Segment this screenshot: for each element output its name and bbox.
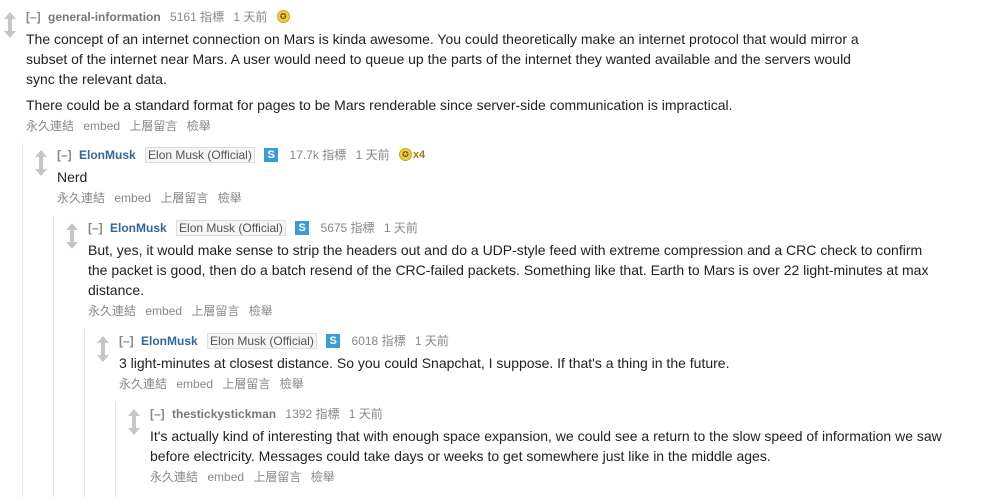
comment-actions: 永久連結 embed 上層留言 檢舉 (88, 303, 942, 319)
comment-score: 5675 指標 (320, 220, 375, 235)
comment-body: It's actually kind of interesting that w… (150, 426, 979, 466)
comment-score: 17.7k 指標 (289, 147, 347, 162)
comment-score: 6018 指標 (351, 333, 406, 348)
comment-entry: [–] ElonMusk Elon Musk (Official) S 17.7… (57, 146, 631, 206)
user-flair: Elon Musk (Official) (176, 219, 286, 236)
gold-award-icon: ✪ (276, 10, 290, 24)
comment-paragraph: There could be a standard format for pag… (26, 96, 733, 113)
author-link[interactable]: ElonMusk (141, 334, 198, 348)
collapse-toggle[interactable]: [–] (88, 221, 103, 235)
comment-paragraph: But, yes, it would make sense to strip t… (88, 241, 929, 298)
comment-body: Nerd (57, 167, 631, 187)
comment-actions: 永久連結 embed 上層留言 檢舉 (150, 469, 979, 485)
submitter-badge[interactable]: S (264, 147, 279, 162)
collapse-toggle[interactable]: [–] (150, 407, 165, 421)
comment-time[interactable]: 1 天前 (384, 221, 418, 235)
comment-body: 3 light-minutes at closest distance. So … (119, 353, 953, 373)
comment: [–] ElonMusk Elon Musk (Official) S 17.7… (31, 146, 631, 206)
comment-body: But, yes, it would make sense to strip t… (88, 240, 942, 300)
upvote-arrow-icon[interactable] (128, 409, 140, 422)
user-flair: Elon Musk (Official) (207, 332, 317, 349)
comment: [–] ElonMusk Elon Musk (Official) S 5675… (62, 219, 942, 319)
report-button[interactable]: 檢舉 (280, 377, 304, 391)
comment-score: 5161 指標 (170, 9, 225, 24)
report-button[interactable]: 檢舉 (218, 191, 242, 205)
author-link[interactable]: thestickystickman (172, 407, 276, 421)
comment-tagline: [–] ElonMusk Elon Musk (Official) S 6018… (119, 332, 953, 349)
embed-button[interactable]: embed (176, 377, 213, 391)
collapse-toggle[interactable]: [–] (119, 334, 134, 348)
parent-button[interactable]: 上層留言 (160, 191, 208, 205)
permalink-button[interactable]: 永久連結 (26, 119, 74, 133)
submitter-badge[interactable]: S (326, 333, 341, 348)
user-flair: Elon Musk (Official) (145, 146, 255, 163)
comment-paragraph: The concept of an internet connection on… (26, 30, 859, 87)
upvote-arrow-icon[interactable] (35, 150, 47, 163)
upvote-arrow-icon[interactable] (66, 223, 78, 236)
comment-entry: [–] ElonMusk Elon Musk (Official) S 5675… (88, 219, 942, 319)
comment-tagline: [–] ElonMusk Elon Musk (Official) S 5675… (88, 219, 942, 236)
comment-time[interactable]: 1 天前 (349, 407, 383, 421)
embed-button[interactable]: embed (207, 470, 244, 484)
permalink-button[interactable]: 永久連結 (150, 470, 198, 484)
downvote-arrow-icon[interactable] (66, 236, 78, 249)
report-button[interactable]: 檢舉 (311, 470, 335, 484)
downvote-arrow-icon[interactable] (35, 163, 47, 176)
comment-tagline: [–] ElonMusk Elon Musk (Official) S 17.7… (57, 146, 631, 163)
comment-paragraph: Nerd (57, 168, 88, 185)
report-button[interactable]: 檢舉 (249, 304, 273, 318)
comment-tagline: [–] thestickystickman 1392 指標 1 天前 (150, 405, 979, 422)
thread-line (115, 402, 116, 497)
comment-actions: 永久連結 embed 上層留言 檢舉 (57, 190, 631, 206)
gold-award-icon: ✪ (398, 148, 412, 162)
comment: [–] thestickystickman 1392 指標 1 天前 It's … (124, 405, 979, 485)
author-link[interactable]: ElonMusk (79, 148, 136, 162)
permalink-button[interactable]: 永久連結 (88, 304, 136, 318)
comment-score: 1392 指標 (285, 406, 340, 421)
submitter-badge[interactable]: S (295, 220, 310, 235)
parent-button[interactable]: 上層留言 (129, 119, 177, 133)
collapse-toggle[interactable]: [–] (57, 148, 72, 162)
comment-body: The concept of an internet connection on… (26, 29, 880, 115)
embed-button[interactable]: embed (145, 304, 182, 318)
downvote-arrow-icon[interactable] (4, 25, 16, 38)
comment-actions: 永久連結 embed 上層留言 檢舉 (26, 118, 880, 134)
downvote-arrow-icon[interactable] (128, 422, 140, 435)
comment-paragraph: 3 light-minutes at closest distance. So … (119, 354, 730, 371)
comment-paragraph: It's actually kind of interesting that w… (150, 427, 942, 464)
comment-time[interactable]: 1 天前 (356, 148, 390, 162)
parent-button[interactable]: 上層留言 (222, 377, 270, 391)
thread-line (53, 216, 54, 497)
comment-entry: [–] thestickystickman 1392 指標 1 天前 It's … (150, 405, 979, 485)
thread-line (22, 143, 23, 497)
comment-entry: [–] general-information 5161 指標 1 天前 ✪ T… (26, 8, 880, 134)
comment-tagline: [–] general-information 5161 指標 1 天前 ✪ (26, 8, 880, 25)
parent-button[interactable]: 上層留言 (191, 304, 239, 318)
comment-time[interactable]: 1 天前 (233, 10, 267, 24)
comment-entry: [–] ElonMusk Elon Musk (Official) S 6018… (119, 332, 953, 392)
comment: [–] general-information 5161 指標 1 天前 ✪ T… (0, 8, 880, 133)
collapse-toggle[interactable]: [–] (26, 10, 41, 24)
permalink-button[interactable]: 永久連結 (119, 377, 167, 391)
comment: [–] ElonMusk Elon Musk (Official) S 6018… (93, 332, 953, 392)
permalink-button[interactable]: 永久連結 (57, 191, 105, 205)
comment-time[interactable]: 1 天前 (415, 334, 449, 348)
upvote-arrow-icon[interactable] (4, 12, 16, 25)
thread-line (84, 329, 85, 497)
parent-button[interactable]: 上層留言 (253, 470, 301, 484)
comment-actions: 永久連結 embed 上層留言 檢舉 (119, 376, 953, 392)
embed-button[interactable]: embed (114, 191, 151, 205)
embed-button[interactable]: embed (83, 119, 120, 133)
author-link[interactable]: general-information (48, 10, 161, 24)
gold-award-count: x4 (412, 148, 426, 161)
report-button[interactable]: 檢舉 (187, 119, 211, 133)
upvote-arrow-icon[interactable] (97, 336, 109, 349)
author-link[interactable]: ElonMusk (110, 221, 167, 235)
downvote-arrow-icon[interactable] (97, 349, 109, 362)
